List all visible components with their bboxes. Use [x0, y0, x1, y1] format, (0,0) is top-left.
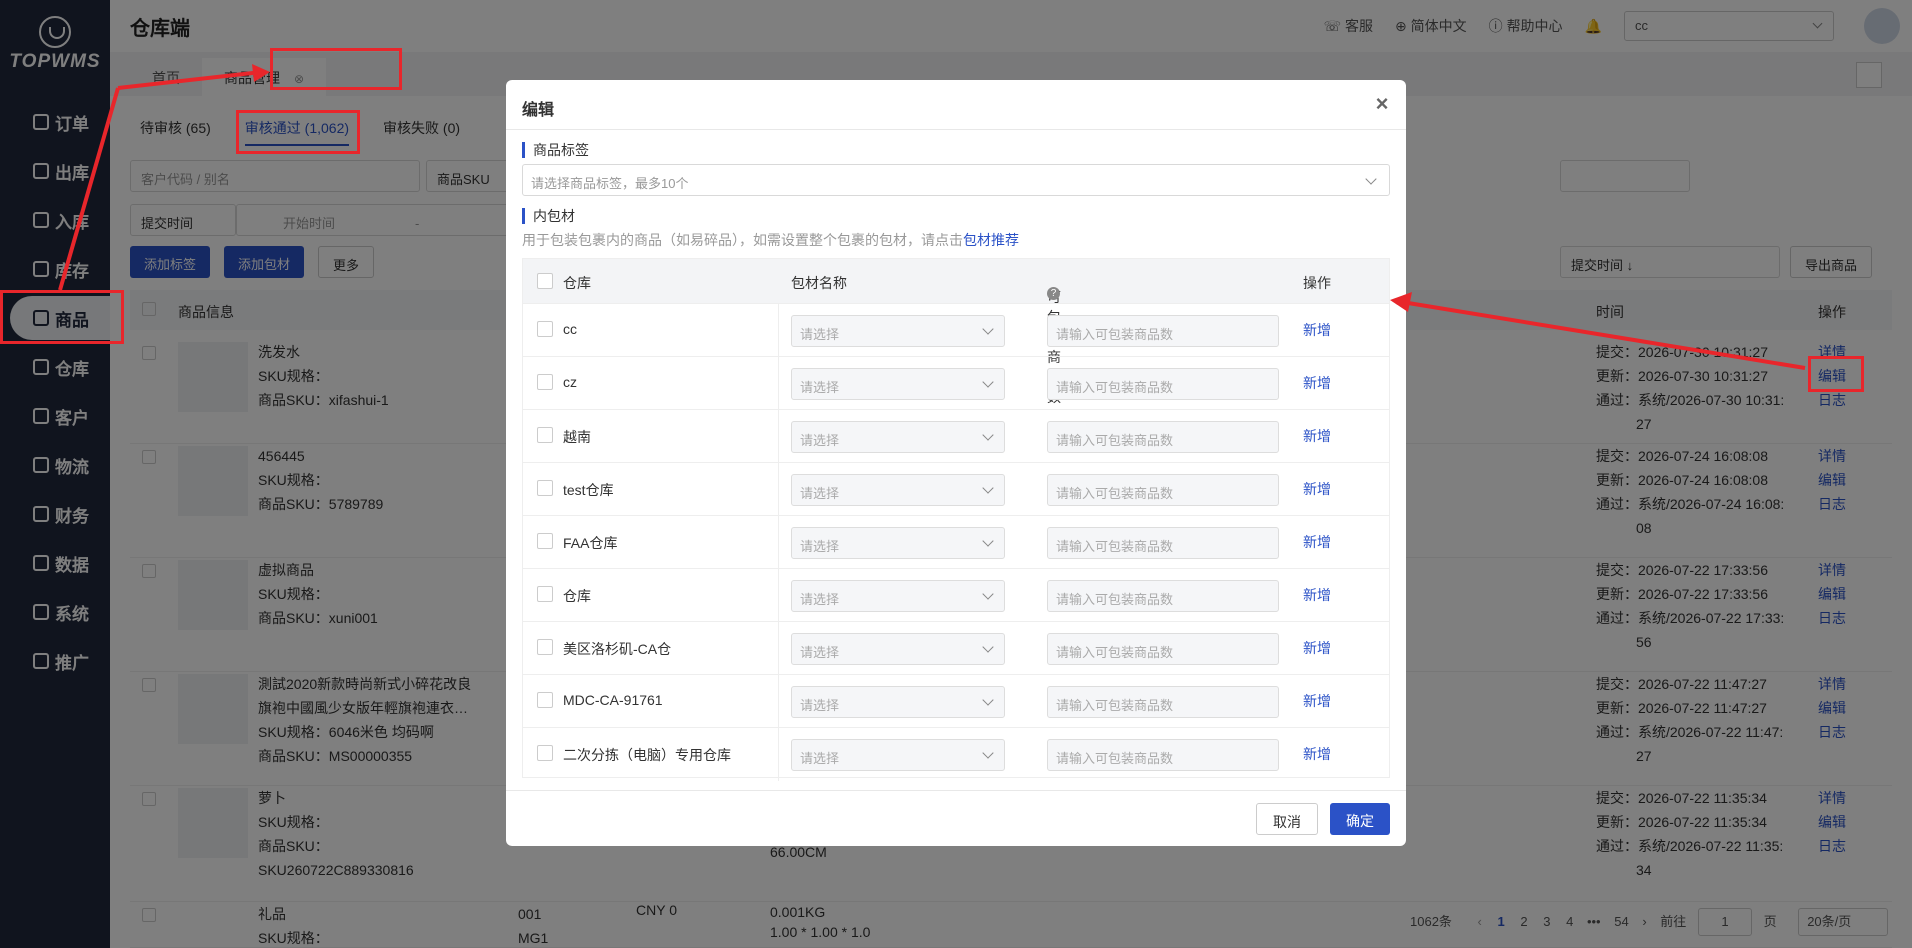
- annotation-arrows: [58, 64, 1806, 370]
